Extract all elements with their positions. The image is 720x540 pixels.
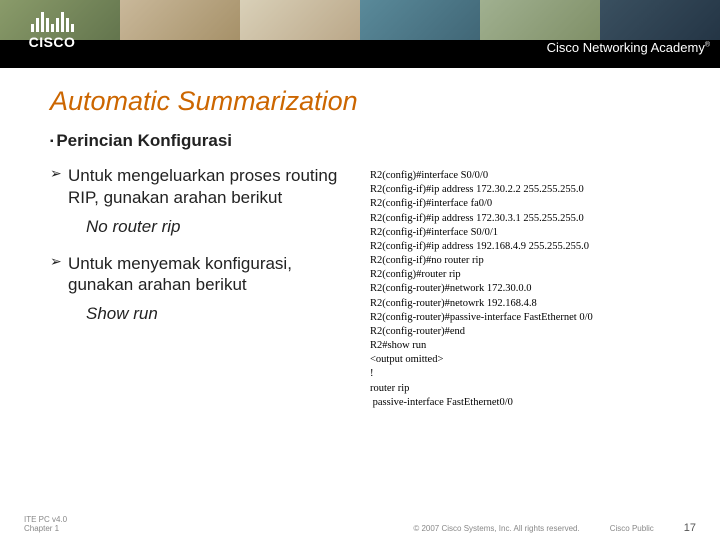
right-column: R2(config)#interface S0/0/0 R2(config-if… (370, 165, 680, 410)
footer-left: ITE PC v4.0 Chapter 1 (24, 515, 67, 534)
slide-footer: ITE PC v4.0 Chapter 1 © 2007 Cisco Syste… (0, 515, 720, 534)
bullet-2: Untuk menyemak konfigurasi, gunakan arah… (50, 253, 360, 297)
command-1: No router rip (86, 217, 360, 237)
cisco-logo-text: CISCO (12, 34, 92, 50)
slide-content: Automatic Summarization Perincian Konfig… (0, 68, 720, 410)
footer-copyright: © 2007 Cisco Systems, Inc. All rights re… (413, 524, 579, 533)
footer-line1: ITE PC v4.0 (24, 515, 67, 525)
slide-title: Automatic Summarization (50, 86, 680, 117)
left-column: Untuk mengeluarkan proses routing RIP, g… (50, 165, 360, 410)
slide-header: CISCO Cisco Networking Academy® (0, 0, 720, 68)
command-2: Show run (86, 304, 360, 324)
cisco-logo: CISCO (12, 6, 92, 62)
footer-label: Cisco Public (610, 524, 654, 533)
bullet-1: Untuk mengeluarkan proses routing RIP, g… (50, 165, 360, 209)
page-number: 17 (684, 522, 696, 534)
academy-label: Cisco Networking Academy® (547, 40, 710, 55)
slide-subtitle: Perincian Konfigurasi (50, 131, 680, 151)
cli-output: R2(config)#interface S0/0/0 R2(config-if… (370, 169, 680, 410)
footer-line2: Chapter 1 (24, 524, 67, 534)
